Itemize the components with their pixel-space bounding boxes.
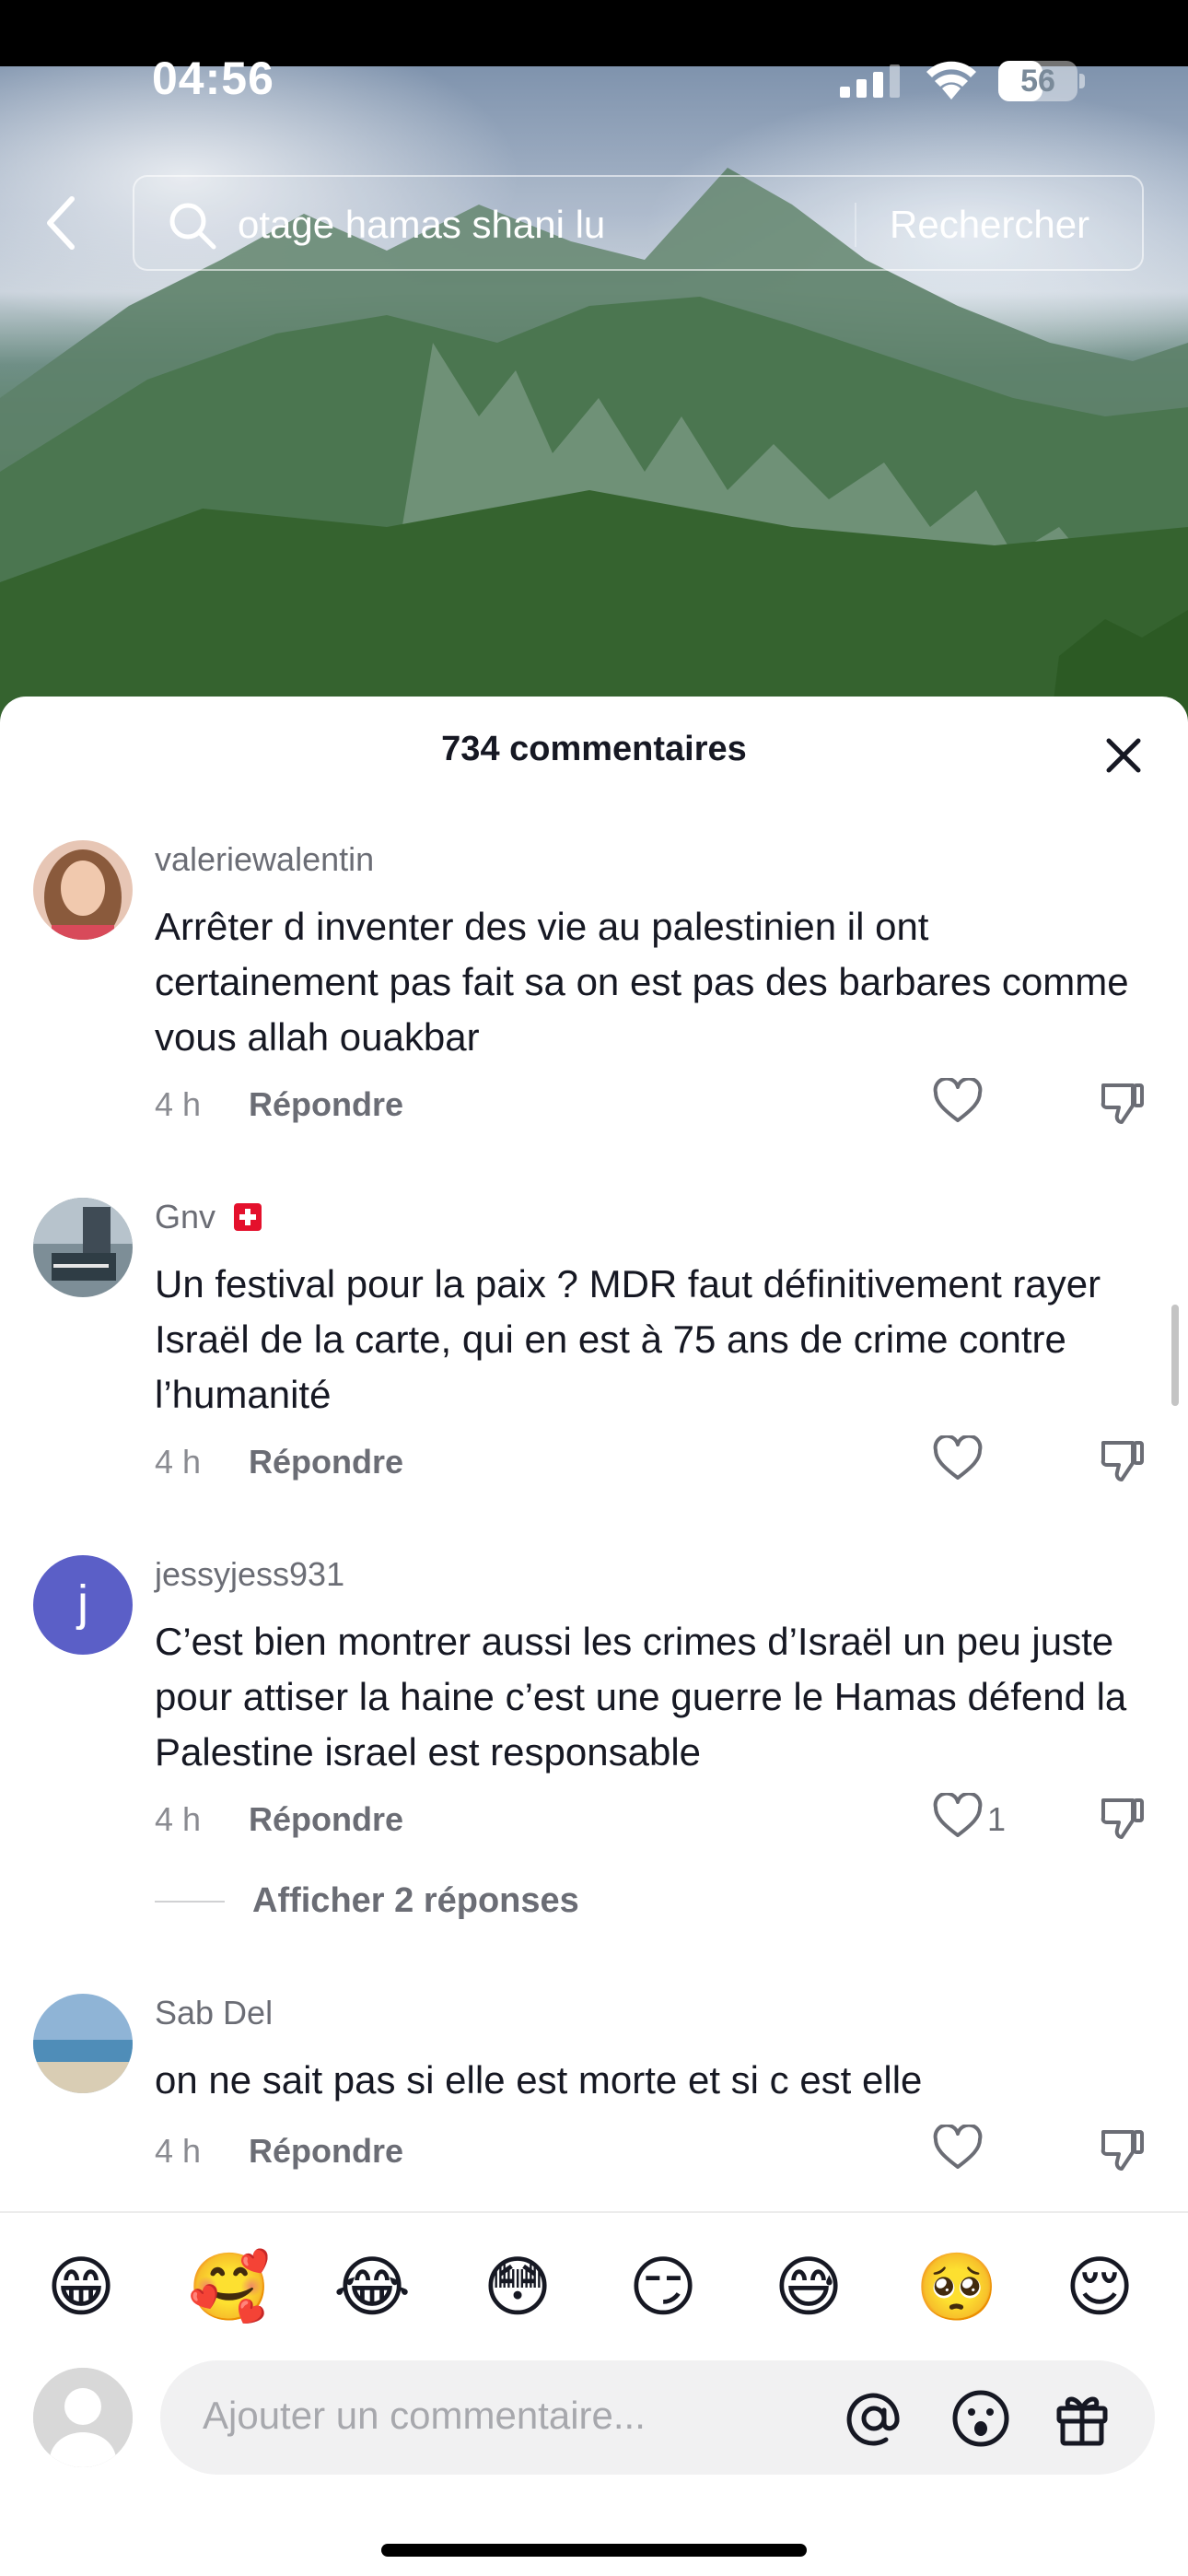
- gift-icon[interactable]: [1050, 2386, 1114, 2451]
- search-button[interactable]: Rechercher: [890, 201, 1089, 249]
- view-replies-button[interactable]: Afficher 2 réponses: [155, 1881, 579, 1921]
- home-indicator: [381, 2544, 807, 2557]
- comment-item: valeriewalentin Arrêter d inventer des v…: [0, 840, 1188, 1153]
- view-replies-label: Afficher 2 réponses: [252, 1881, 579, 1920]
- comment-text: on ne sait pas si elle est morte et si c…: [155, 2058, 923, 2102]
- swiss-flag-icon: [234, 1203, 262, 1231]
- clock: 04:56: [152, 53, 274, 104]
- comment-input[interactable]: Ajouter un commentaire...: [160, 2360, 1155, 2475]
- search-divider: [855, 203, 856, 247]
- search-input[interactable]: otage hamas shani lu: [238, 201, 882, 249]
- emoji-quick-bar: 😁 🥰 😂 😳 😏 😅 🥺 😌: [0, 2211, 1188, 2359]
- mention-icon[interactable]: [842, 2386, 906, 2451]
- comment-username[interactable]: valeriewalentin: [155, 840, 374, 879]
- reply-button[interactable]: Répondre: [249, 1800, 403, 1839]
- cellular-signal-icon: [840, 64, 900, 98]
- avatar[interactable]: [33, 840, 133, 940]
- battery-cap: [1079, 74, 1085, 88]
- heart-icon[interactable]: [932, 1435, 984, 1483]
- reply-button[interactable]: Répondre: [249, 1443, 403, 1481]
- heart-icon[interactable]: [932, 1793, 984, 1841]
- battery-indicator: 56: [998, 61, 1077, 101]
- comment-username[interactable]: Sab Del: [155, 1994, 273, 2032]
- battery-percentage: 56: [1020, 64, 1055, 99]
- video-background: [0, 66, 1188, 730]
- dislike-icon[interactable]: [1098, 2125, 1147, 2174]
- comment-time: 4 h: [155, 1800, 202, 1838]
- comment-item: j jessyjess931 C’est bien montrer aussi …: [0, 1555, 1188, 1951]
- comment-username[interactable]: jessyjess931: [155, 1555, 344, 1594]
- comment-time: 4 h: [155, 1085, 202, 1123]
- emoji-flushed[interactable]: 😳: [479, 2248, 556, 2325]
- comment-text: Arrêter d inventer des vie au palestinie…: [155, 905, 1129, 1059]
- comment-text: C’est bien montrer aussi les crimes d’Is…: [155, 1620, 1127, 1774]
- comment-text: Un festival pour la paix ? MDR faut défi…: [155, 1262, 1101, 1416]
- comment-input-placeholder: Ajouter un commentaire...: [203, 2394, 646, 2437]
- comment-item: Gnv Un festival pour la paix ? MDR faut …: [0, 1198, 1188, 1511]
- heart-icon[interactable]: [932, 2125, 984, 2172]
- avatar-initial: j: [77, 1575, 88, 1631]
- emoji-picker-icon[interactable]: [949, 2386, 1013, 2451]
- avatar[interactable]: j: [33, 1555, 133, 1655]
- dislike-icon[interactable]: [1098, 1078, 1147, 1128]
- emoji-tears-of-joy[interactable]: 😂: [333, 2248, 411, 2325]
- dislike-icon[interactable]: [1098, 1793, 1147, 1843]
- comment-username[interactable]: Gnv: [155, 1198, 215, 1236]
- reply-button[interactable]: Répondre: [249, 2132, 403, 2171]
- close-icon[interactable]: [1098, 730, 1149, 781]
- emoji-sweat-smile[interactable]: 😅: [770, 2248, 847, 2325]
- search-icon: [169, 203, 216, 250]
- replies-divider: [155, 1900, 225, 1903]
- comment-time: 4 h: [155, 1443, 202, 1481]
- dislike-icon[interactable]: [1098, 1435, 1147, 1485]
- emoji-smirk[interactable]: 😏: [624, 2248, 702, 2325]
- heart-icon[interactable]: [932, 1078, 984, 1126]
- emoji-relieved[interactable]: 😌: [1061, 2248, 1138, 2325]
- like-count: 1: [987, 1800, 1007, 1838]
- emoji-pleading[interactable]: 🥺: [915, 2248, 998, 2325]
- wifi-icon: [926, 61, 976, 100]
- my-avatar: [33, 2368, 133, 2467]
- status-bar: 04:56 56: [0, 0, 1188, 157]
- reply-button[interactable]: Répondre: [249, 1085, 403, 1124]
- emoji-smiling-hearts[interactable]: 🥰: [188, 2248, 271, 2325]
- avatar[interactable]: [33, 1994, 133, 2093]
- comment-time: 4 h: [155, 2132, 202, 2170]
- comments-count-title: 734 commentaires: [441, 730, 747, 768]
- avatar[interactable]: [33, 1198, 133, 1297]
- search-bar[interactable]: otage hamas shani lu Rechercher: [133, 175, 1144, 271]
- emoji-grin[interactable]: 😁: [42, 2248, 120, 2325]
- back-chevron-icon[interactable]: [39, 193, 85, 252]
